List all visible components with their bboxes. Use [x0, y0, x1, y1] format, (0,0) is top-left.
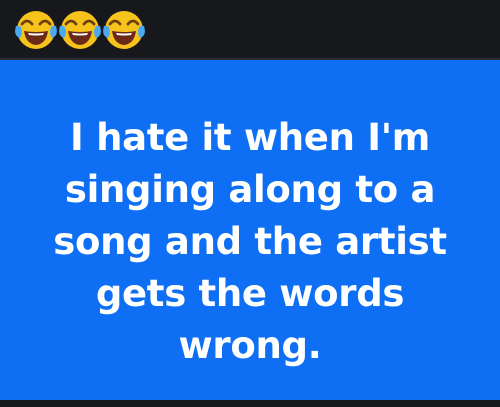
post-container: I hate it when I'm singing along to a so…: [0, 0, 500, 407]
text-post-card: I hate it when I'm singing along to a so…: [0, 60, 500, 400]
face-with-tears-of-joy-icon: [59, 11, 101, 49]
post-text: I hate it when I'm singing along to a so…: [53, 116, 447, 367]
post-header: [0, 0, 500, 58]
face-with-tears-of-joy-icon: [15, 11, 57, 49]
face-with-tears-of-joy-icon: [103, 11, 145, 49]
bottom-bar: [0, 400, 500, 407]
emoji-row: [14, 8, 146, 52]
